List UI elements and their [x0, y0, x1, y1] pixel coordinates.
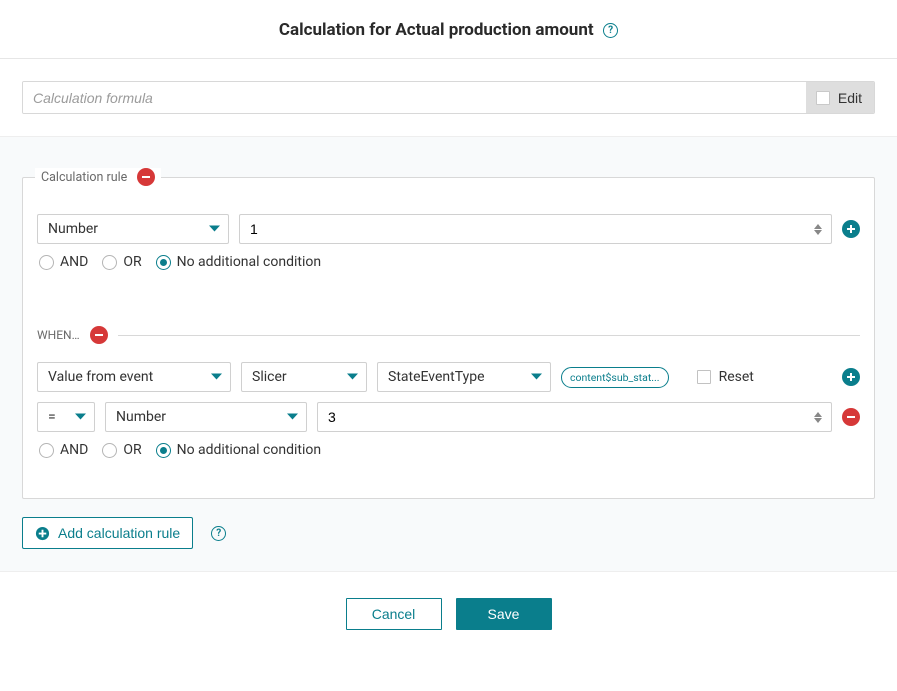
when-compare-value-input[interactable]	[317, 402, 832, 432]
when-condition-radios: AND OR No additional condition	[37, 442, 860, 458]
reset-checkbox[interactable]: Reset	[697, 369, 754, 385]
radio-icon	[156, 255, 171, 270]
checkbox-icon	[697, 370, 711, 384]
add-calculation-rule-button[interactable]: Add calculation rule	[22, 517, 193, 549]
formula-bar: Edit	[22, 81, 875, 114]
when-field-select[interactable]: StateEventType	[377, 362, 551, 392]
chevron-down-icon	[75, 414, 86, 421]
chevron-down-icon	[211, 374, 222, 381]
plus-circle-icon	[35, 526, 50, 541]
chevron-down-icon	[347, 374, 358, 381]
footer-actions: Cancel Save	[0, 571, 897, 656]
page-header: Calculation for Actual production amount…	[0, 0, 897, 59]
add-when-icon[interactable]	[842, 368, 860, 386]
when-label: WHEN…	[37, 328, 80, 342]
fieldset-legend-label: Calculation rule	[41, 170, 127, 185]
remove-when-icon[interactable]	[90, 326, 108, 344]
when-compare-type-select[interactable]: Number	[105, 402, 307, 432]
radio-icon	[102, 443, 117, 458]
when-field-label: StateEventType	[388, 369, 485, 385]
value-input-wrap	[239, 214, 832, 244]
when-compare-type-label: Number	[116, 409, 166, 425]
remove-compare-icon[interactable]	[842, 408, 860, 426]
when-source-label: Value from event	[48, 369, 153, 385]
radio-or[interactable]: OR	[102, 442, 141, 458]
help-icon[interactable]: ?	[211, 526, 226, 541]
value-input[interactable]	[239, 214, 832, 244]
help-icon[interactable]: ?	[603, 23, 618, 38]
radio-icon	[156, 443, 171, 458]
save-button[interactable]: Save	[456, 598, 552, 630]
add-value-icon[interactable]	[842, 220, 860, 238]
edit-button[interactable]: Edit	[806, 82, 874, 113]
radio-and[interactable]: AND	[39, 254, 88, 270]
when-compare-value-wrap	[317, 402, 832, 432]
edit-toggle-icon	[816, 91, 830, 105]
radio-or-label: OR	[123, 442, 141, 458]
value-type-select-label: Number	[48, 221, 98, 237]
radio-icon	[102, 255, 117, 270]
radio-and-label: AND	[60, 254, 88, 270]
value-type-select[interactable]: Number	[37, 214, 229, 244]
formula-input[interactable]	[23, 82, 806, 113]
number-spinner-icon[interactable]	[814, 219, 828, 239]
radio-and[interactable]: AND	[39, 442, 88, 458]
reset-label: Reset	[719, 369, 754, 385]
formula-bar-section: Edit	[0, 59, 897, 137]
when-entity-select[interactable]: Slicer	[241, 362, 367, 392]
radio-or[interactable]: OR	[102, 254, 141, 270]
body-area: Calculation rule Number	[0, 137, 897, 571]
chevron-down-icon	[209, 226, 220, 233]
calculation-rule-fieldset: Calculation rule Number	[22, 177, 875, 499]
chevron-down-icon	[287, 414, 298, 421]
radio-and-label: AND	[60, 442, 88, 458]
radio-none[interactable]: No additional condition	[156, 254, 322, 270]
when-source-row: Value from event Slicer StateEventType c…	[37, 362, 860, 392]
when-divider: WHEN…	[37, 326, 860, 344]
rule-condition-radios: AND OR No additional condition	[37, 254, 860, 270]
radio-none-label: No additional condition	[177, 254, 322, 270]
when-compare-row: = Number	[37, 402, 860, 432]
cancel-button[interactable]: Cancel	[346, 598, 442, 630]
add-rule-label: Add calculation rule	[58, 525, 180, 541]
when-entity-label: Slicer	[252, 369, 287, 385]
page-title: Calculation for Actual production amount	[279, 20, 594, 40]
add-rule-row: Add calculation rule ?	[22, 517, 875, 549]
edit-button-label: Edit	[838, 90, 862, 106]
chevron-down-icon	[531, 374, 542, 381]
cancel-button-label: Cancel	[372, 606, 416, 622]
when-operator-label: =	[48, 409, 56, 425]
radio-none-label: No additional condition	[177, 442, 322, 458]
fieldset-legend: Calculation rule	[35, 168, 161, 186]
when-source-select[interactable]: Value from event	[37, 362, 231, 392]
remove-rule-icon[interactable]	[137, 168, 155, 186]
radio-icon	[39, 255, 54, 270]
rule-value-row: Number	[37, 214, 860, 244]
divider-line	[118, 335, 860, 336]
when-variable-pill[interactable]: content$sub_stat...	[561, 367, 669, 388]
radio-icon	[39, 443, 54, 458]
number-spinner-icon[interactable]	[814, 407, 828, 427]
when-operator-select[interactable]: =	[37, 402, 95, 432]
radio-or-label: OR	[123, 254, 141, 270]
radio-none[interactable]: No additional condition	[156, 442, 322, 458]
save-button-label: Save	[488, 606, 520, 622]
